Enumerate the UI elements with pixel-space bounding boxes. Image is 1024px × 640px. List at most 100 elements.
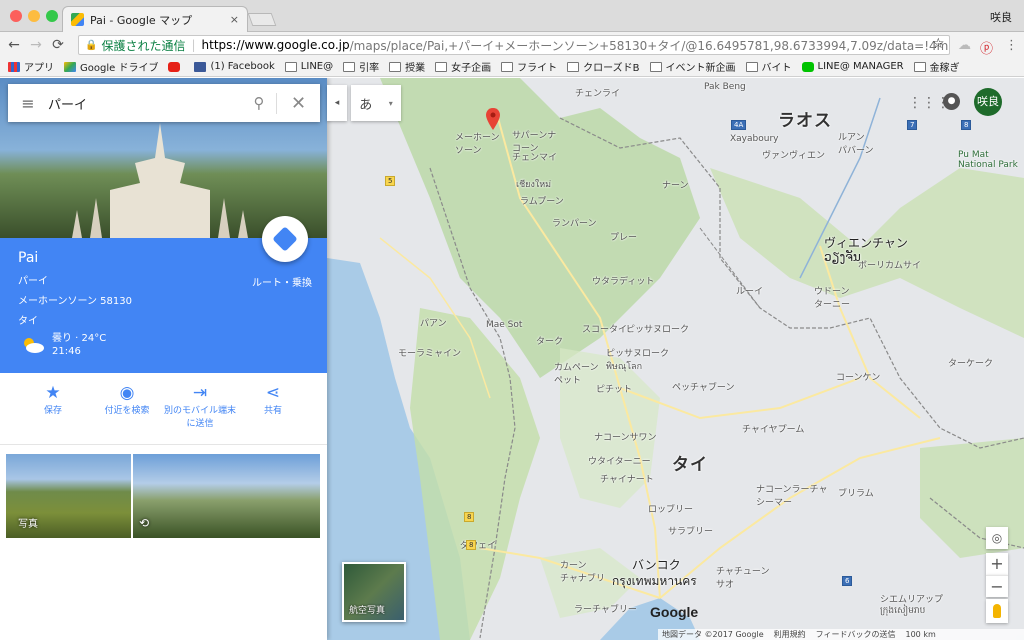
satellite-view-toggle[interactable]: 航空写真 [342, 562, 406, 622]
caret-down-icon: ▾ [388, 98, 393, 108]
map-label-mae-hong-son: メーホーン ソーン [455, 133, 500, 156]
map-label-phichit: ピチット [596, 385, 633, 395]
bookmark-line-manager[interactable]: LINE@ MANAGER [801, 61, 904, 72]
photo-360-icon: ⟲ [139, 516, 150, 530]
tab-close-icon[interactable]: × [230, 13, 239, 26]
map-label-uttaradit: ウタラディット [592, 277, 655, 287]
bookmark-apps[interactable]: アプリ [8, 59, 54, 74]
zoom-out-button[interactable]: − [986, 575, 1008, 597]
profile-name[interactable]: 咲良 [990, 9, 1012, 25]
back-arrow-icon[interactable]: ← [2, 37, 26, 53]
bookmark-folder-baito[interactable]: バイト [745, 59, 792, 74]
map-label-sukhothai: スコータイ [582, 325, 628, 335]
map-label-bolikhamxay: ボーリカムサイ [858, 261, 922, 271]
search-input[interactable]: パーイ [48, 94, 242, 113]
new-tab-button[interactable] [247, 13, 277, 26]
photos-label: 写真 [18, 519, 38, 530]
map-label-phitsanulok-2: ピッサヌローク พิษณุโลก [606, 349, 670, 372]
save-button[interactable]: ★ 保存 [13, 383, 93, 418]
input-method-button[interactable]: あ ▾ [351, 85, 401, 121]
my-location-button[interactable]: ◎ [986, 527, 1008, 549]
share-button[interactable]: ⋖ 共有 [233, 383, 313, 418]
map-label-vang-vieng: ヴァンヴィエン [762, 151, 826, 161]
map-canvas[interactable]: Pak Beng Xayaboury チェンライ メーホーン ソーン サパーンナ… [0, 78, 1024, 640]
address-bar[interactable]: 🔒 保護された通信 | https://www.google.co.jp /ma… [78, 35, 950, 55]
secure-connection-label[interactable]: 保護された通信 [101, 37, 185, 54]
bookmark-star-icon[interactable]: ☆ [932, 36, 945, 52]
url-path: /maps/place/Pai,+パーイ+メーホーンソーン+58130+タイ/@… [349, 38, 949, 53]
directions-label[interactable]: ルート・乗換 [252, 274, 312, 289]
stupa-photo-image [72, 123, 248, 238]
place-actions: ★ 保存 ◉ 付近を検索 ⇥ 別のモバイル端末に送信 ⋖ 共有 [0, 373, 327, 445]
street-view-pegman-icon[interactable] [986, 599, 1008, 623]
google-maps-favicon-icon [71, 13, 84, 26]
folder-icon [649, 61, 662, 72]
bookmark-folder-closed-b[interactable]: クローズドB [567, 59, 640, 74]
terms-link[interactable]: 利用規約 [774, 629, 806, 640]
browser-toolbar: ← → ⟳ 🔒 保護された通信 | https://www.google.co.… [0, 32, 1024, 57]
highway-shield: 6 [842, 576, 853, 586]
reload-icon[interactable]: ⟳ [46, 37, 70, 53]
window-titlebar: Pai - Google マップ × 咲良 [0, 0, 1024, 32]
scale-bar[interactable]: 100 km [906, 630, 936, 639]
clear-search-icon[interactable]: ✕ [276, 92, 320, 114]
youtube-icon [168, 61, 181, 72]
directions-arrow-icon [272, 226, 298, 252]
highway-shield: 7 [907, 120, 918, 130]
photo-360-thumbnail[interactable]: ⟲ [133, 454, 320, 538]
map-label-pak-beng: Pak Beng [704, 82, 746, 92]
map-label-uthai-thani: ウタイターニー [588, 457, 651, 467]
bookmark-google-drive[interactable]: Google ドライブ [64, 59, 158, 74]
forward-arrow-icon[interactable]: → [24, 37, 48, 53]
account-avatar[interactable]: 咲良 [974, 88, 1002, 116]
map-label-khon-kaen: コーンケン [836, 373, 881, 383]
highway-shield: 8 [464, 512, 475, 522]
send-to-phone-icon: ⇥ [192, 383, 208, 403]
place-marker-pin-icon[interactable] [486, 108, 500, 130]
close-window-button[interactable] [10, 10, 22, 22]
map-footer: 地図データ ©2017 Google 利用規約 フィードバックの送信 100 k… [658, 629, 1024, 640]
cloud-extension-icon[interactable]: ☁ [958, 38, 971, 53]
bookmark-youtube[interactable] [168, 61, 184, 72]
zoom-in-button[interactable]: + [986, 553, 1008, 575]
folder-icon [389, 61, 402, 72]
feedback-link[interactable]: フィードバックの送信 [816, 629, 896, 640]
map-label-kamphaeng: カムペーン ペット [554, 363, 599, 386]
send-to-device-button[interactable]: ⇥ 別のモバイル端末に送信 [160, 383, 240, 431]
bookmark-facebook[interactable]: (1) Facebook [194, 61, 275, 72]
pinterest-extension-icon[interactable]: ⓟ [980, 38, 993, 57]
place-panel: Pai パーイ メーホーンソーン 58130 タイ 曇り · 24°C 21:4… [0, 78, 327, 640]
directions-button[interactable] [262, 216, 308, 262]
highway-shield: 4A [731, 120, 747, 130]
bookmark-folder-kanekasegi[interactable]: 金稼ぎ [913, 59, 960, 74]
search-icon[interactable]: ⚲ [242, 94, 276, 112]
bookmark-folder-line[interactable]: LINE@ [284, 61, 333, 72]
weather-text: 曇り · 24°C [52, 333, 107, 344]
maximize-window-button[interactable] [46, 10, 58, 22]
map-label-thakhek: ターケーク [948, 359, 994, 369]
apps-grid-icon [8, 61, 20, 72]
chrome-menu-icon[interactable]: ⋮ [1005, 38, 1018, 53]
browser-tab[interactable]: Pai - Google マップ × [62, 6, 248, 32]
map-label-ratchaburi: ラーチャブリー [574, 605, 637, 615]
search-nearby-button[interactable]: ◉ 付近を検索 [87, 383, 167, 418]
notification-bell-icon[interactable]: ● [943, 93, 960, 110]
map-label-loei: ルーイ [736, 287, 764, 297]
map-label-nan: ナーン [662, 181, 689, 191]
hamburger-menu-icon[interactable]: ≡ [8, 94, 48, 113]
map-label-siem-reap: シエムリアップ ក្រុងសៀមរាប [880, 595, 944, 616]
bookmark-folder-event[interactable]: イベント新企画 [649, 59, 736, 74]
bookmark-folder-flight[interactable]: フライト [501, 59, 557, 74]
map-label-nakhon-ratchasima: ナコーンラーチャ シーマー [756, 485, 828, 508]
photo-thumbnail[interactable]: 写真 [6, 454, 131, 538]
bookmark-folder-joshi[interactable]: 女子企画 [435, 59, 491, 74]
search-box[interactable]: ≡ パーイ ⚲ ✕ [8, 84, 320, 122]
folder-icon [567, 61, 580, 72]
map-label-phitsanulok: ピッサヌローク [626, 325, 690, 335]
bookmark-folder-jugyo[interactable]: 授業 [389, 59, 425, 74]
collapse-panel-button[interactable]: ◂ [327, 85, 347, 121]
folder-icon [501, 61, 514, 72]
bookmark-folder-inritsu[interactable]: 引率 [343, 59, 379, 74]
minimize-window-button[interactable] [28, 10, 40, 22]
weather-info: 曇り · 24°C 21:46 [52, 332, 106, 358]
